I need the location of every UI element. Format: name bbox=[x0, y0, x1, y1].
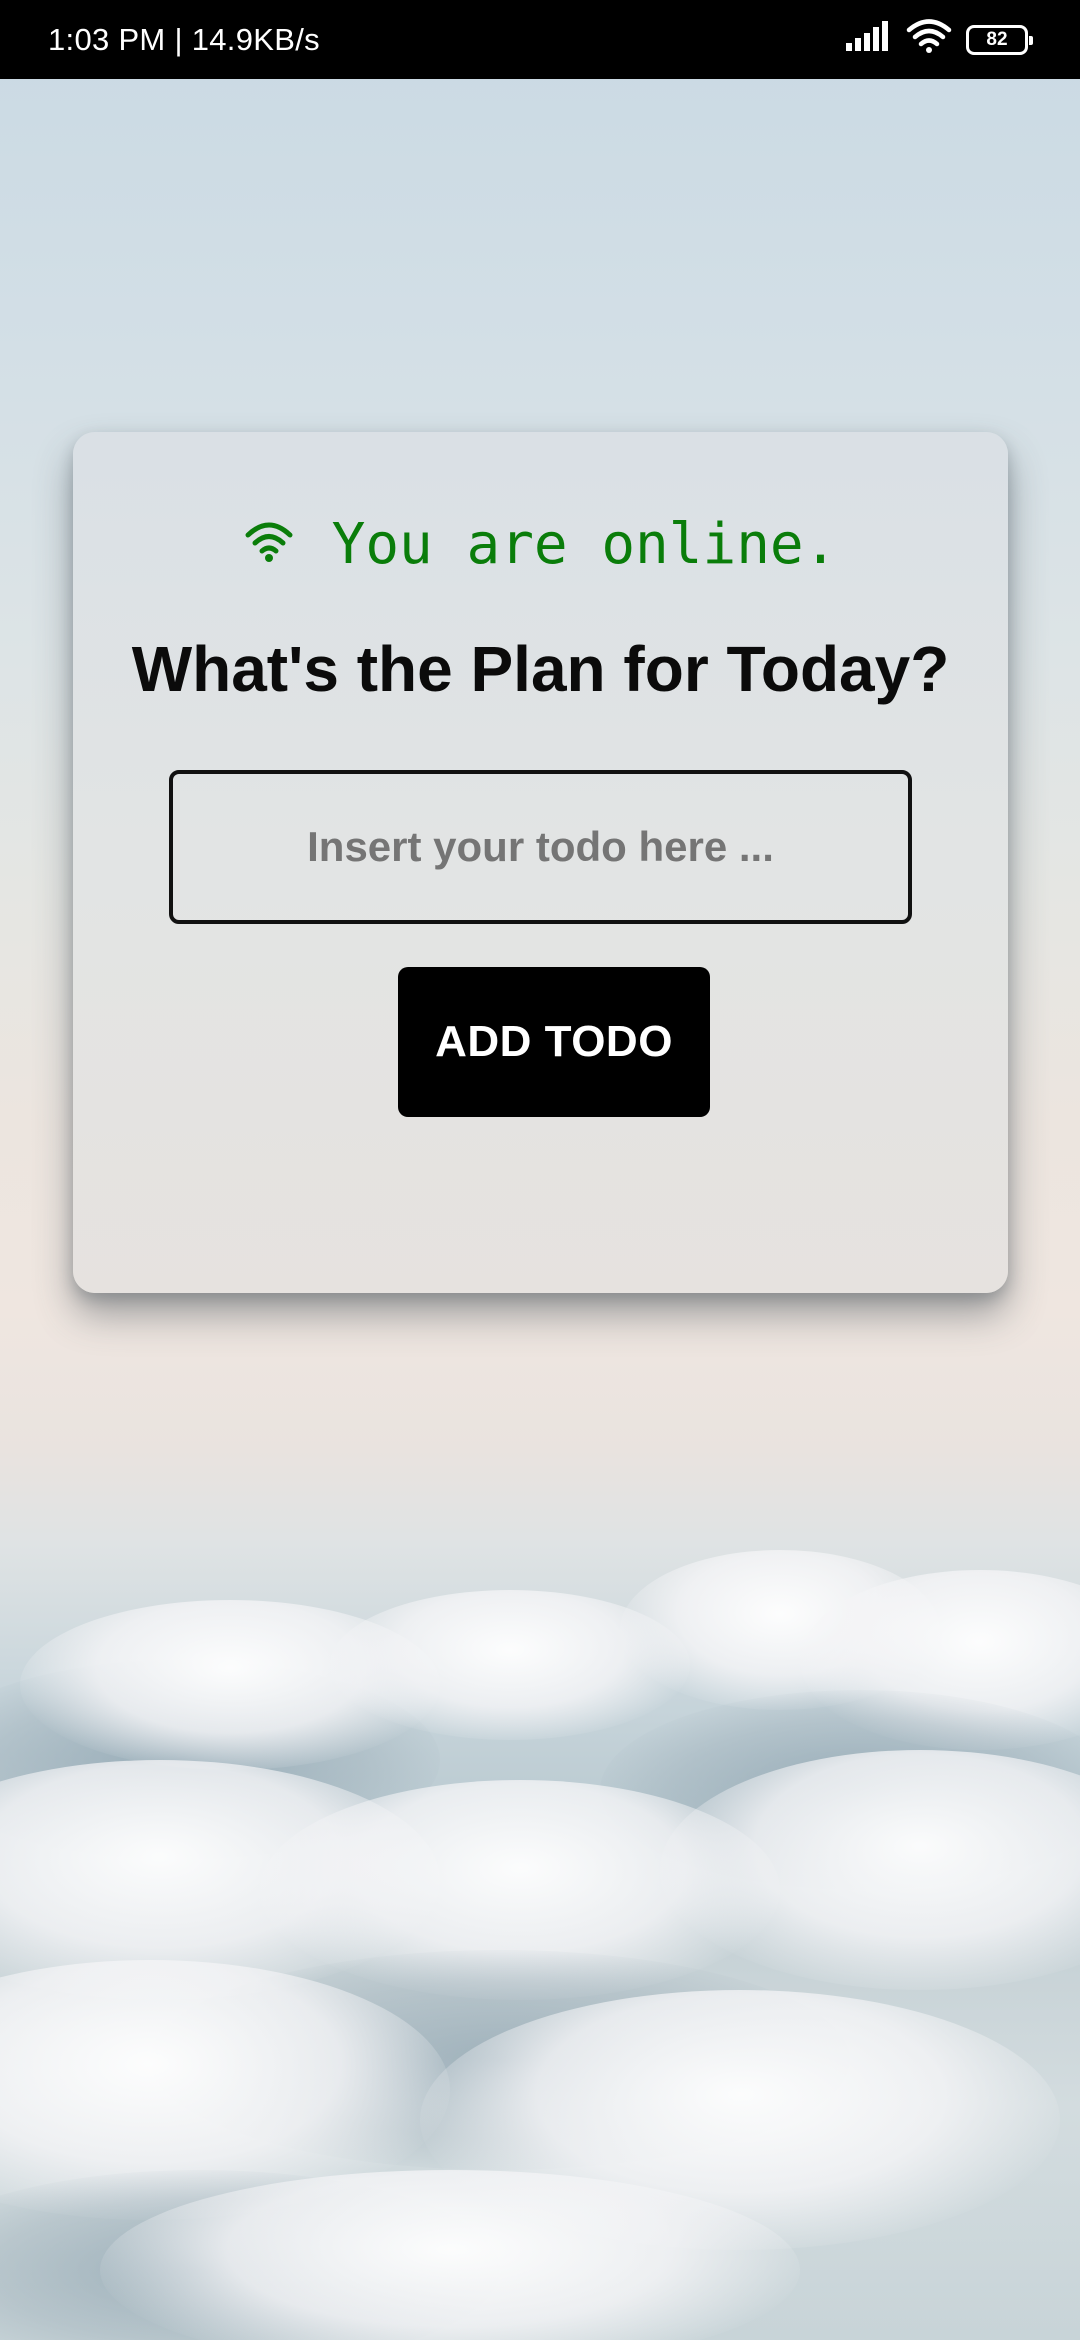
add-todo-button[interactable]: ADD TODO bbox=[398, 967, 710, 1117]
status-time-speed: 1:03 PM | 14.9KB/s bbox=[48, 21, 320, 57]
page-title: What's the Plan for Today? bbox=[131, 633, 950, 705]
todo-card: You are online. What's the Plan for Toda… bbox=[73, 432, 1008, 1293]
status-icons: 82 bbox=[846, 18, 1033, 61]
online-status-text: You are online. bbox=[331, 512, 838, 577]
signal-icon bbox=[846, 20, 892, 59]
battery-level: 82 bbox=[986, 28, 1008, 50]
connection-status: You are online. bbox=[73, 512, 1008, 577]
todo-input[interactable] bbox=[169, 770, 912, 924]
wifi-icon bbox=[244, 521, 294, 568]
cloud-background bbox=[0, 1530, 1080, 2340]
battery-icon: 82 bbox=[966, 24, 1033, 55]
wifi-icon bbox=[906, 18, 952, 61]
status-bar: 1:03 PM | 14.9KB/s 82 bbox=[0, 0, 1080, 79]
